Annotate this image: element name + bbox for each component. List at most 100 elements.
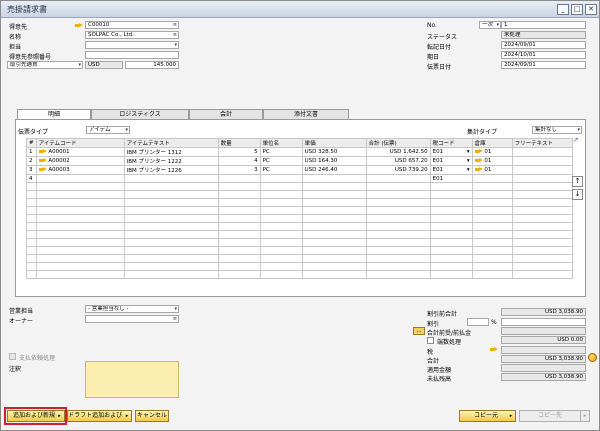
- qty-cell[interactable]: 3: [217, 165, 261, 175]
- price-cell[interactable]: USD 246.40: [301, 165, 367, 175]
- price-cell[interactable]: USD 164.30: [301, 156, 367, 166]
- warehouse-cell[interactable]: 01: [471, 165, 513, 175]
- price-cell[interactable]: [301, 174, 367, 183]
- table-row[interactable]: [26, 222, 573, 231]
- col-qty[interactable]: 数量: [217, 138, 261, 148]
- item-text-cell[interactable]: IBM プリンター 1226: [123, 165, 219, 175]
- move-down-icon[interactable]: ↓: [572, 189, 583, 200]
- col-item-text[interactable]: アイテムテキスト: [123, 138, 219, 148]
- free-text-cell[interactable]: [511, 174, 573, 183]
- name-field[interactable]: SOLPAC Co., Ltd. ≡: [85, 31, 179, 39]
- discount-percent-field[interactable]: [467, 318, 489, 326]
- owner-field[interactable]: ≡: [85, 315, 179, 323]
- item-text-cell[interactable]: IBM プリンター 1222: [123, 156, 219, 166]
- tab-accounting[interactable]: 会計: [189, 109, 263, 119]
- tax-cell[interactable]: E01 ▾: [429, 147, 473, 157]
- tab-attachments[interactable]: 添付文書: [263, 109, 349, 119]
- qty-cell[interactable]: 5: [217, 147, 261, 157]
- col-tax[interactable]: 税コード: [429, 138, 473, 148]
- coins-icon[interactable]: [588, 353, 597, 362]
- approval-checkbox[interactable]: [9, 353, 16, 360]
- close-icon[interactable]: ✕: [585, 4, 597, 15]
- col-warehouse[interactable]: 倉庫: [471, 138, 513, 148]
- minimize-icon[interactable]: _: [557, 4, 569, 15]
- tax-cell[interactable]: E01 ▾: [429, 156, 473, 166]
- free-text-cell[interactable]: [511, 156, 573, 166]
- no-series-select[interactable]: 一次 ▾: [479, 21, 501, 29]
- doc-date-field[interactable]: 2024/09/01: [501, 61, 586, 69]
- copy-from-button[interactable]: コピー元: [459, 410, 513, 422]
- rounding-checkbox[interactable]: [427, 337, 434, 344]
- total-cell[interactable]: [365, 174, 431, 183]
- table-row[interactable]: [26, 262, 573, 271]
- col-item-code[interactable]: アイテムコード: [35, 138, 125, 148]
- item-text-cell[interactable]: [123, 174, 219, 183]
- draft-add-dropdown-icon[interactable]: ▸: [123, 410, 132, 422]
- table-row[interactable]: [26, 254, 573, 263]
- free-text-cell[interactable]: [511, 147, 573, 157]
- total-cell[interactable]: USD 739.20: [365, 165, 431, 175]
- col-price[interactable]: 単価: [301, 138, 367, 148]
- total-cell[interactable]: USD 1,642.50: [365, 147, 431, 157]
- col-free-text[interactable]: フリーテキスト: [511, 138, 573, 148]
- item-code-cell[interactable]: A00002: [35, 156, 125, 166]
- col-unit[interactable]: 単位名: [259, 138, 303, 148]
- contact-select[interactable]: ▾: [85, 41, 179, 49]
- unit-cell[interactable]: [259, 174, 303, 183]
- tax-cell[interactable]: E01 ▾: [429, 165, 473, 175]
- due-date-field[interactable]: 2024/10/01: [501, 51, 586, 59]
- doc-type-select[interactable]: アイテム ▾: [86, 126, 130, 134]
- table-row[interactable]: [26, 182, 573, 191]
- item-text-cell[interactable]: IBM プリンター 1312: [123, 147, 219, 157]
- advance-button[interactable]: ...: [413, 327, 425, 335]
- link-arrow-icon[interactable]: [75, 23, 83, 28]
- table-row[interactable]: [26, 198, 573, 207]
- table-row[interactable]: [26, 190, 573, 199]
- move-up-icon[interactable]: ↑: [572, 176, 583, 187]
- summary-type-select[interactable]: 集計なし ▾: [532, 126, 582, 134]
- expand-icon[interactable]: ↗: [570, 136, 581, 147]
- draft-add-button[interactable]: ドラフト追加および...: [67, 410, 129, 422]
- table-row[interactable]: 3 A00003 IBM プリンター 1226 3 PC USD 246.40 …: [26, 165, 573, 175]
- table-row[interactable]: 4 E01: [26, 174, 573, 183]
- cancel-button[interactable]: キャンセル: [135, 410, 169, 422]
- copy-from-dropdown-icon[interactable]: ▸: [507, 410, 516, 422]
- unit-cell[interactable]: PC: [259, 147, 303, 157]
- ref-field[interactable]: [85, 51, 179, 59]
- posting-date-field[interactable]: 2024/09/01: [501, 41, 586, 49]
- discount-amount-field[interactable]: [501, 318, 586, 326]
- currency-select[interactable]: 取引先通貨 ▾: [7, 61, 83, 69]
- chevron-down-icon: ▾: [466, 167, 470, 173]
- currency-rate[interactable]: 145.000: [125, 61, 179, 69]
- table-row[interactable]: [26, 206, 573, 215]
- item-code-cell[interactable]: A00003: [35, 165, 125, 175]
- warehouse-cell[interactable]: 01: [471, 156, 513, 166]
- tab-logistics[interactable]: ロジスティクス: [91, 109, 189, 119]
- no-field[interactable]: 1: [501, 21, 586, 29]
- qty-cell[interactable]: [217, 174, 261, 183]
- table-row[interactable]: [26, 246, 573, 255]
- warehouse-cell[interactable]: 01: [471, 147, 513, 157]
- table-row[interactable]: [26, 270, 573, 279]
- item-code-cell[interactable]: [35, 174, 125, 183]
- table-row[interactable]: [26, 238, 573, 247]
- sales-rep-select[interactable]: - 営業担当なし - ▾: [85, 305, 179, 313]
- warehouse-cell[interactable]: [471, 174, 513, 183]
- unit-cell[interactable]: PC: [259, 165, 303, 175]
- maximize-icon[interactable]: □: [571, 4, 583, 15]
- total-cell[interactable]: USD 657.20: [365, 156, 431, 166]
- price-cell[interactable]: USD 328.50: [301, 147, 367, 157]
- free-text-cell[interactable]: [511, 165, 573, 175]
- item-code-cell[interactable]: A00001: [35, 147, 125, 157]
- table-row[interactable]: 2 A00002 IBM プリンター 1222 4 PC USD 164.30 …: [26, 156, 573, 166]
- table-row[interactable]: [26, 214, 573, 223]
- remarks-textarea[interactable]: [85, 361, 179, 398]
- col-total[interactable]: 合計 (伝票): [365, 138, 431, 148]
- tax-cell[interactable]: E01: [429, 174, 473, 183]
- table-row[interactable]: 1 A00001 IBM プリンター 1312 5 PC USD 328.50 …: [26, 147, 573, 157]
- link-arrow-icon[interactable]: [490, 347, 498, 352]
- table-row[interactable]: [26, 230, 573, 239]
- unit-cell[interactable]: PC: [259, 156, 303, 166]
- customer-field[interactable]: C00010 ≡: [85, 21, 179, 29]
- qty-cell[interactable]: 4: [217, 156, 261, 166]
